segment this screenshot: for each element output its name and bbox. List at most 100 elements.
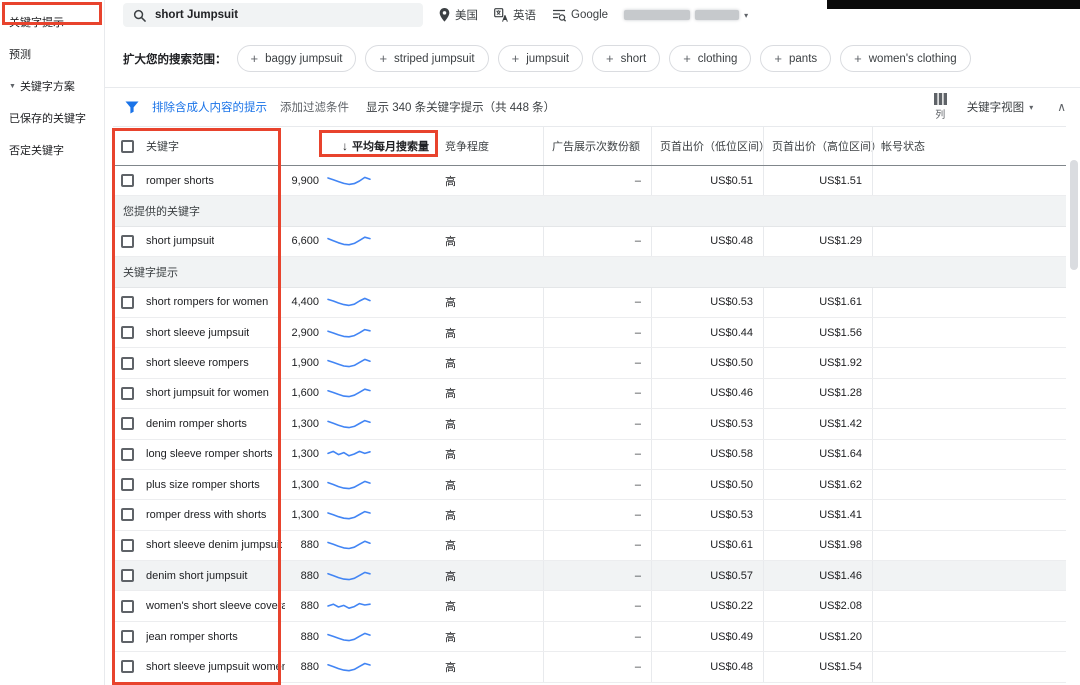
table-row[interactable]: denim short jumpsuit880高–US$0.57US$1.46 (113, 561, 1066, 591)
keyword-text: denim short jumpsuit (146, 570, 248, 582)
sidebar-item-keyword-plans[interactable]: ▼关键字方案 (0, 70, 104, 102)
table-row[interactable]: short jumpsuit6,600高–US$0.48US$1.29 (113, 227, 1066, 257)
row-checkbox[interactable] (121, 630, 134, 643)
keyword-text: short sleeve jumpsuit (146, 327, 249, 339)
row-checkbox[interactable] (121, 508, 134, 521)
keyword-search-box[interactable]: short Jumpsuit (123, 3, 423, 27)
row-checkbox[interactable] (121, 600, 134, 613)
location-value: 美国 (455, 7, 478, 23)
search-query: short Jumpsuit (155, 9, 238, 21)
table-row[interactable]: short rompers for women4,400高–US$0.53US$… (113, 288, 1066, 318)
row-checkbox[interactable] (121, 660, 134, 673)
add-keyword-chip-1[interactable]: +striped jumpsuit (365, 45, 488, 72)
exclude-adult-filter-link[interactable]: 排除含成人内容的提示 (152, 99, 267, 115)
competition-value: 高 (437, 652, 543, 681)
row-checkbox[interactable] (121, 478, 134, 491)
ad-impression-share-value: – (543, 409, 651, 438)
row-checkbox[interactable] (121, 235, 134, 248)
keyword-view-dropdown[interactable]: 关键字视图 ▾ (967, 99, 1034, 115)
keyword-text: jean romper shorts (146, 631, 238, 643)
top-bid-low-value: US$0.49 (651, 622, 763, 651)
table-row[interactable]: romper shorts9,900高–US$0.51US$1.51 (113, 166, 1066, 196)
add-keyword-chip-5[interactable]: +pants (760, 45, 831, 72)
row-checkbox[interactable] (121, 417, 134, 430)
table-row[interactable]: short sleeve jumpsuit womens880高–US$0.48… (113, 652, 1066, 682)
ad-impression-share-value: – (543, 622, 651, 651)
language-selector[interactable]: 英语 (494, 7, 536, 23)
table-row[interactable]: long sleeve romper shorts1,300高–US$0.58U… (113, 440, 1066, 470)
top-bid-low-value: US$0.48 (651, 227, 763, 256)
table-body: romper shorts9,900高–US$0.51US$1.51您提供的关键… (113, 166, 1066, 683)
table-row[interactable]: plus size romper shorts1,300高–US$0.50US$… (113, 470, 1066, 500)
row-checkbox[interactable] (121, 326, 134, 339)
competition-value: 高 (437, 622, 543, 651)
add-keyword-chip-0[interactable]: +baggy jumpsuit (237, 45, 357, 72)
ad-impression-share-value: – (543, 470, 651, 499)
trend-sparkline-icon (326, 477, 372, 493)
table-row[interactable]: short sleeve denim jumpsuit880高–US$0.61U… (113, 531, 1066, 561)
row-checkbox[interactable] (121, 357, 134, 370)
scrollbar-thumb[interactable] (1070, 160, 1078, 270)
sidebar-item-forecasts[interactable]: 预测 (0, 38, 104, 70)
row-checkbox[interactable] (121, 539, 134, 552)
table-row[interactable]: short sleeve rompers1,900高–US$0.50US$1.9… (113, 348, 1066, 378)
header-keyword: 关键字 (113, 127, 285, 165)
search-volume: 2,900 (285, 327, 319, 339)
trend-sparkline-icon (326, 537, 372, 553)
competition-value: 高 (437, 379, 543, 408)
select-all-checkbox[interactable] (121, 140, 134, 153)
header-top-bid-high[interactable]: 页首出价（高位区间） (763, 127, 872, 165)
sidebar-item-saved-keywords[interactable]: 已保存的关键字 (0, 102, 104, 134)
date-range-selector[interactable]: ▾ (624, 10, 748, 20)
triangle-down-icon: ▼ (9, 83, 16, 90)
row-checkbox[interactable] (121, 296, 134, 309)
row-checkbox[interactable] (121, 174, 134, 187)
table-row[interactable]: short jumpsuit for women1,600高–US$0.46US… (113, 379, 1066, 409)
account-status-value (872, 561, 1066, 590)
header-account-status[interactable]: 帐号状态 (872, 127, 1066, 165)
filter-icon[interactable] (125, 101, 139, 114)
top-bid-high-value: US$1.92 (763, 348, 872, 377)
location-selector[interactable]: 美国 (439, 7, 478, 23)
table-row[interactable]: romper dress with shorts1,300高–US$0.53US… (113, 500, 1066, 530)
table-row[interactable]: women's short sleeve coveralls880高–US$0.… (113, 591, 1066, 621)
top-bid-high-value: US$1.46 (763, 561, 872, 590)
add-keyword-chip-6[interactable]: +women's clothing (840, 45, 970, 72)
keyword-text: short sleeve jumpsuit womens (146, 661, 285, 673)
add-keyword-chip-2[interactable]: +jumpsuit (498, 45, 583, 72)
ad-impression-share-value: – (543, 227, 651, 256)
account-status-value (872, 531, 1066, 560)
row-checkbox[interactable] (121, 448, 134, 461)
add-filter-button[interactable]: 添加过滤条件 (280, 99, 349, 115)
table-row[interactable]: denim romper shorts1,300高–US$0.53US$1.42 (113, 409, 1066, 439)
search-volume: 4,400 (285, 296, 319, 308)
table-row[interactable]: short sleeve jumpsuit2,900高–US$0.44US$1.… (113, 318, 1066, 348)
top-bid-low-value: US$0.51 (651, 166, 763, 195)
add-keyword-chip-4[interactable]: +clothing (669, 45, 751, 72)
vertical-scrollbar[interactable] (1070, 130, 1078, 680)
results-count: 显示 340 条关键字提示（共 448 条） (366, 99, 555, 115)
network-selector[interactable]: Google (552, 8, 608, 22)
sidebar-item-negative-keywords[interactable]: 否定关键字 (0, 134, 104, 166)
top-bid-high-value: US$1.29 (763, 227, 872, 256)
columns-button[interactable]: 列 (934, 93, 947, 121)
ad-impression-share-value: – (543, 348, 651, 377)
table-row[interactable]: jean romper shorts880高–US$0.49US$1.20 (113, 622, 1066, 652)
row-checkbox[interactable] (121, 569, 134, 582)
trend-sparkline-icon (326, 416, 372, 432)
trend-sparkline-icon (326, 173, 372, 189)
top-bid-low-value: US$0.48 (651, 652, 763, 681)
add-keyword-chip-3[interactable]: +short (592, 45, 660, 72)
collapse-panel-button[interactable]: ∧ (1057, 100, 1066, 114)
plus-icon: + (774, 51, 782, 66)
top-bid-low-value: US$0.50 (651, 348, 763, 377)
header-top-bid-low[interactable]: 页首出价（低位区间） (651, 127, 763, 165)
row-checkbox[interactable] (121, 387, 134, 400)
plus-icon: + (606, 51, 614, 66)
header-avg-monthly-searches[interactable]: ↓平均每月搜索量 (285, 127, 437, 165)
header-competition[interactable]: 竞争程度 (437, 127, 543, 165)
keywords-table: 关键字 ↓平均每月搜索量 竞争程度 广告展示次数份额 页首出价（低位区间） 页首… (113, 126, 1066, 685)
header-ad-impression-share[interactable]: 广告展示次数份额 (543, 127, 651, 165)
sidebar-item-keyword-ideas[interactable]: 关键字提示 (0, 6, 104, 38)
search-volume: 880 (285, 570, 319, 582)
